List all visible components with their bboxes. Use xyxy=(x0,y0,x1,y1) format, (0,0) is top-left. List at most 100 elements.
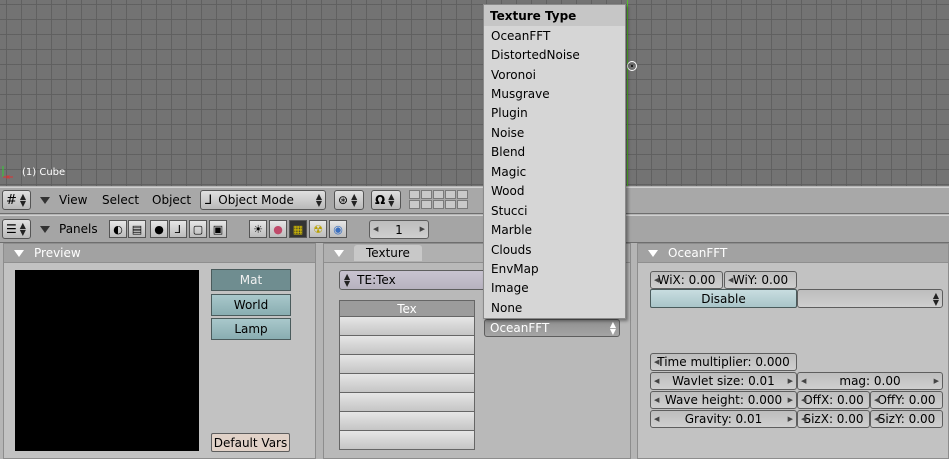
decrement-icon[interactable]: ◀ xyxy=(654,358,659,366)
decrement-icon[interactable]: ◀ xyxy=(373,225,378,233)
menu-item-marble[interactable]: Marble xyxy=(484,220,625,239)
menu-item-oceanfft[interactable]: OceanFFT xyxy=(484,26,625,45)
texture-tab-label[interactable]: Texture xyxy=(354,245,422,261)
preview-mat-button[interactable]: Mat xyxy=(211,269,291,291)
scene-context-icon[interactable]: ▣ xyxy=(209,220,227,238)
collapse-icon[interactable] xyxy=(648,249,658,257)
gravity-field[interactable]: ◀ Gravity: 0.01 ▶ xyxy=(650,410,797,428)
tex-channel-slot[interactable] xyxy=(339,412,475,431)
tex-channel-slot[interactable] xyxy=(339,336,475,355)
layer-4-button[interactable] xyxy=(445,190,456,199)
menu-item-wood[interactable]: Wood xyxy=(484,182,625,201)
layer-2-button[interactable] xyxy=(421,190,432,199)
preview-world-button[interactable]: World xyxy=(211,294,291,316)
3d-viewport[interactable]: x (1) Cube xyxy=(0,0,949,186)
increment-icon[interactable]: ▶ xyxy=(420,225,425,233)
menu-item-noise[interactable]: Noise xyxy=(484,123,625,142)
decrement-icon[interactable]: ◀ xyxy=(801,415,806,423)
default-vars-button[interactable]: Default Vars xyxy=(211,433,290,452)
layer-15-button[interactable] xyxy=(457,200,468,209)
pivot-button[interactable]: Ω ▲ ▼ xyxy=(371,190,401,210)
decrement-icon[interactable]: ◀ xyxy=(801,377,806,385)
frame-number-field[interactable]: ◀ 1 ▶ xyxy=(369,220,429,239)
menu-item-envmap[interactable]: EnvMap xyxy=(484,259,625,278)
menu-item-stucci[interactable]: Stucci xyxy=(484,201,625,220)
object-context-icon[interactable]: ⅃ xyxy=(169,220,187,238)
select-menu[interactable]: Select xyxy=(102,193,139,207)
draw-type-button[interactable]: ⊛ ▲ ▼ xyxy=(334,190,364,210)
tex-channel-slot[interactable] xyxy=(339,317,475,336)
menu-item-image[interactable]: Image xyxy=(484,279,625,298)
view-menu[interactable]: View xyxy=(59,193,87,207)
layer-5-button[interactable] xyxy=(457,190,468,199)
collapse-icon[interactable] xyxy=(14,249,24,257)
logic-context-icon[interactable]: ◐ xyxy=(109,220,127,238)
layer-1-button[interactable] xyxy=(409,190,420,199)
material-buttons-icon[interactable]: ● xyxy=(269,220,287,238)
shading-context-icon[interactable]: ● xyxy=(150,220,168,238)
increment-icon[interactable]: ▶ xyxy=(788,396,793,404)
layer-buttons[interactable] xyxy=(409,190,484,210)
lamp-buttons-icon[interactable]: ☀ xyxy=(249,220,267,238)
layer-3-button[interactable] xyxy=(433,190,444,199)
layer-11-button[interactable] xyxy=(409,200,420,209)
layer-14-button[interactable] xyxy=(445,200,456,209)
sizy-field[interactable]: ◀ SizY: 0.00 xyxy=(870,410,943,428)
layer-13-button[interactable] xyxy=(433,200,444,209)
wix-field[interactable]: ◀ WiX: 0.00 xyxy=(650,271,723,289)
wave-height-field[interactable]: ◀ Wave height: 0.000 ▶ xyxy=(650,391,797,409)
texture-buttons-icon[interactable]: ▦ xyxy=(289,220,307,238)
offy-field[interactable]: ◀ OffY: 0.00 xyxy=(870,391,943,409)
editing-context-icon[interactable]: ▢ xyxy=(189,220,207,238)
script-context-icon[interactable]: ▤ xyxy=(128,220,146,238)
increment-icon[interactable]: ▶ xyxy=(788,415,793,423)
collapse-menu-icon[interactable] xyxy=(40,226,50,233)
radiosity-buttons-icon[interactable]: ☢ xyxy=(309,220,327,238)
mode-selector[interactable]: ⅃ Object Mode ▲ ▼ xyxy=(200,190,326,210)
menu-item-distortednoise[interactable]: DistortedNoise xyxy=(484,45,625,64)
editor-type-button[interactable]: # ▲ ▼ xyxy=(2,190,31,210)
menu-item-plugin[interactable]: Plugin xyxy=(484,104,625,123)
menu-item-none[interactable]: None xyxy=(484,298,625,317)
collapse-icon[interactable] xyxy=(334,249,344,257)
decrement-icon[interactable]: ◀ xyxy=(874,415,879,423)
layer-12-button[interactable] xyxy=(421,200,432,209)
wiy-field[interactable]: ◀ WiY: 0.00 xyxy=(724,271,797,289)
tex-channel-slot[interactable] xyxy=(339,393,475,412)
texture-type-menu[interactable]: Texture Type OceanFFT DistortedNoise Vor… xyxy=(483,4,626,319)
decrement-icon[interactable]: ◀ xyxy=(728,276,733,284)
mag-field[interactable]: ◀ mag: 0.00 ▶ xyxy=(797,372,943,390)
decrement-icon[interactable]: ◀ xyxy=(654,415,659,423)
preview-lamp-button[interactable]: Lamp xyxy=(211,318,291,340)
panels-menu[interactable]: Panels xyxy=(59,222,98,236)
decrement-icon[interactable]: ◀ xyxy=(654,377,659,385)
oceanfft-option-selector[interactable]: ▲ ▼ xyxy=(797,289,943,308)
menu-item-blend[interactable]: Blend xyxy=(484,143,625,162)
menu-item-voronoi[interactable]: Voronoi xyxy=(484,65,625,84)
decrement-icon[interactable]: ◀ xyxy=(654,276,659,284)
offx-field[interactable]: ◀ OffX: 0.00 xyxy=(797,391,870,409)
wavlet-size-field[interactable]: ◀ Wavlet size: 0.01 ▶ xyxy=(650,372,797,390)
menu-item-magic[interactable]: Magic xyxy=(484,162,625,181)
texture-type-selector[interactable]: OceanFFT ▲ ▼ xyxy=(484,319,620,337)
oceanfft-panel-header[interactable]: OceanFFT xyxy=(638,244,948,263)
increment-icon[interactable]: ▶ xyxy=(788,377,793,385)
texture-datablock-field[interactable]: ▲ ▼ TE:Tex xyxy=(339,270,489,290)
editor-type-button[interactable]: ☰ ▲ ▼ xyxy=(2,219,31,239)
decrement-icon[interactable]: ◀ xyxy=(654,396,659,404)
tex-channel-slot[interactable] xyxy=(339,355,475,374)
menu-item-musgrave[interactable]: Musgrave xyxy=(484,84,625,103)
collapse-menu-icon[interactable] xyxy=(40,197,50,204)
decrement-icon[interactable]: ◀ xyxy=(801,396,806,404)
disable-button[interactable]: Disable xyxy=(650,289,797,308)
increment-icon[interactable]: ▶ xyxy=(934,377,939,385)
object-menu[interactable]: Object xyxy=(152,193,191,207)
sizx-field[interactable]: ◀ SizX: 0.00 xyxy=(797,410,870,428)
preview-panel-header[interactable]: Preview xyxy=(4,244,315,263)
tex-channel-slot[interactable] xyxy=(339,374,475,393)
time-multiplier-field[interactable]: ◀ Time multiplier: 0.000 xyxy=(650,353,797,371)
tex-channel-slot[interactable] xyxy=(339,431,475,450)
menu-item-clouds[interactable]: Clouds xyxy=(484,240,625,259)
decrement-icon[interactable]: ◀ xyxy=(874,396,879,404)
world-buttons-icon[interactable]: ◉ xyxy=(329,220,347,238)
